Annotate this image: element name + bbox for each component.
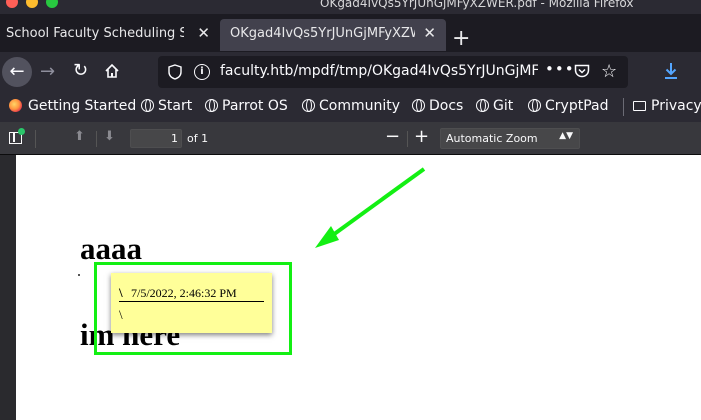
- forward-button[interactable]: →: [40, 61, 55, 82]
- highlight-box: [94, 262, 292, 355]
- globe-icon: [302, 99, 315, 112]
- bookmark-label: Docs: [429, 98, 464, 114]
- tab-pdf-active[interactable]: OKgad4IvQs5YrJUnGjMFyXZWER.pdf ✕: [220, 19, 446, 51]
- window-close-button[interactable]: [6, 0, 18, 8]
- folder-icon: [633, 101, 646, 111]
- globe-icon: [528, 99, 541, 112]
- window-title-bar: OKgad4IvQs5YrJUnGjMFyXZWER.pdf - Mozilla…: [0, 0, 701, 14]
- annotation-marker[interactable]: [78, 274, 80, 276]
- tab-label: School Faculty Scheduling Sys: [6, 26, 184, 41]
- tab-strip: School Faculty Scheduling Sys ✕ OKgad4Iv…: [0, 14, 701, 52]
- tab-close-icon[interactable]: ✕: [423, 24, 436, 42]
- pocket-icon[interactable]: [574, 64, 590, 78]
- globe-icon: [205, 99, 218, 112]
- new-tab-button[interactable]: +: [452, 28, 470, 50]
- page-number-input[interactable]: 1: [130, 129, 182, 148]
- tab-school-faculty[interactable]: School Faculty Scheduling Sys ✕: [0, 19, 218, 51]
- bookmark-label: Start: [158, 98, 193, 114]
- bookmark-label: CryptPad: [545, 98, 609, 114]
- globe-icon: [412, 99, 425, 112]
- firefox-icon: [9, 99, 22, 112]
- bookmark-git[interactable]: Git: [476, 98, 513, 114]
- tracking-shield-icon[interactable]: [168, 64, 182, 80]
- bookmark-getting-started[interactable]: Getting Started: [9, 98, 136, 114]
- zoom-select[interactable]: Automatic Zoom ▲▼: [440, 128, 580, 149]
- bookmark-folder-privacy[interactable]: Privacy: [633, 98, 701, 114]
- page-count: of 1: [187, 132, 209, 145]
- bookmark-star-icon[interactable]: ☆: [601, 61, 617, 82]
- bookmark-cryptpad[interactable]: CryptPad: [528, 98, 608, 114]
- bookmark-docs[interactable]: Docs: [412, 98, 463, 114]
- bookmark-parrot-os[interactable]: Parrot OS: [205, 98, 288, 114]
- bookmark-label: Privacy: [651, 98, 701, 114]
- sidebar-notification-dot: [18, 128, 25, 135]
- next-page-button[interactable]: ⬇: [104, 129, 115, 144]
- page-actions-more-icon[interactable]: •••: [545, 60, 575, 78]
- globe-icon: [476, 99, 489, 112]
- bookmarks-separator: [623, 98, 624, 116]
- zoom-in-button[interactable]: +: [414, 126, 429, 147]
- pdf-viewer-toolbar: ⬆ ⬇ 1 of 1 − + Automatic Zoom ▲▼: [0, 122, 701, 155]
- select-chevron-icon: ▲▼: [559, 131, 573, 141]
- reload-button[interactable]: ↻: [73, 60, 88, 81]
- bookmark-label: Git: [493, 98, 514, 114]
- site-info-icon[interactable]: i: [194, 64, 210, 80]
- toolbar-separator: [407, 131, 408, 147]
- home-icon[interactable]: [104, 63, 120, 79]
- back-button[interactable]: ←: [2, 57, 32, 87]
- tab-close-icon[interactable]: ✕: [197, 24, 210, 42]
- url-text[interactable]: faculty.htb/mpdf/tmp/OKgad4IvQs5YrJUnGjM…: [220, 63, 538, 79]
- bookmark-label: Getting Started: [28, 98, 137, 114]
- url-bar[interactable]: i faculty.htb/mpdf/tmp/OKgad4IvQs5YrJUnG…: [158, 56, 628, 88]
- bookmarks-toolbar: Getting Started Start Parrot OS Communit…: [0, 92, 701, 122]
- navigation-toolbar: ← → ↻ i faculty.htb/mpdf/tmp/OKgad4IvQs5…: [0, 52, 701, 92]
- bookmark-start[interactable]: Start: [141, 98, 192, 114]
- previous-page-button[interactable]: ⬆: [74, 129, 85, 144]
- toolbar-separator: [35, 130, 36, 148]
- window-title: OKgad4IvQs5YrJUnGjMFyXZWER.pdf - Mozilla…: [320, 0, 634, 10]
- bookmark-label: Community: [319, 98, 401, 114]
- download-icon[interactable]: [664, 62, 678, 80]
- globe-icon: [141, 99, 154, 112]
- zoom-value: Automatic Zoom: [446, 132, 538, 145]
- window-minimize-button[interactable]: [26, 0, 38, 8]
- bookmark-community[interactable]: Community: [302, 98, 400, 114]
- zoom-out-button[interactable]: −: [385, 126, 400, 147]
- toolbar-separator: [96, 131, 97, 147]
- window-maximize-button[interactable]: [46, 0, 58, 8]
- bookmark-label: Parrot OS: [222, 98, 288, 114]
- tab-label: OKgad4IvQs5YrJUnGjMFyXZWER.pdf: [230, 26, 415, 41]
